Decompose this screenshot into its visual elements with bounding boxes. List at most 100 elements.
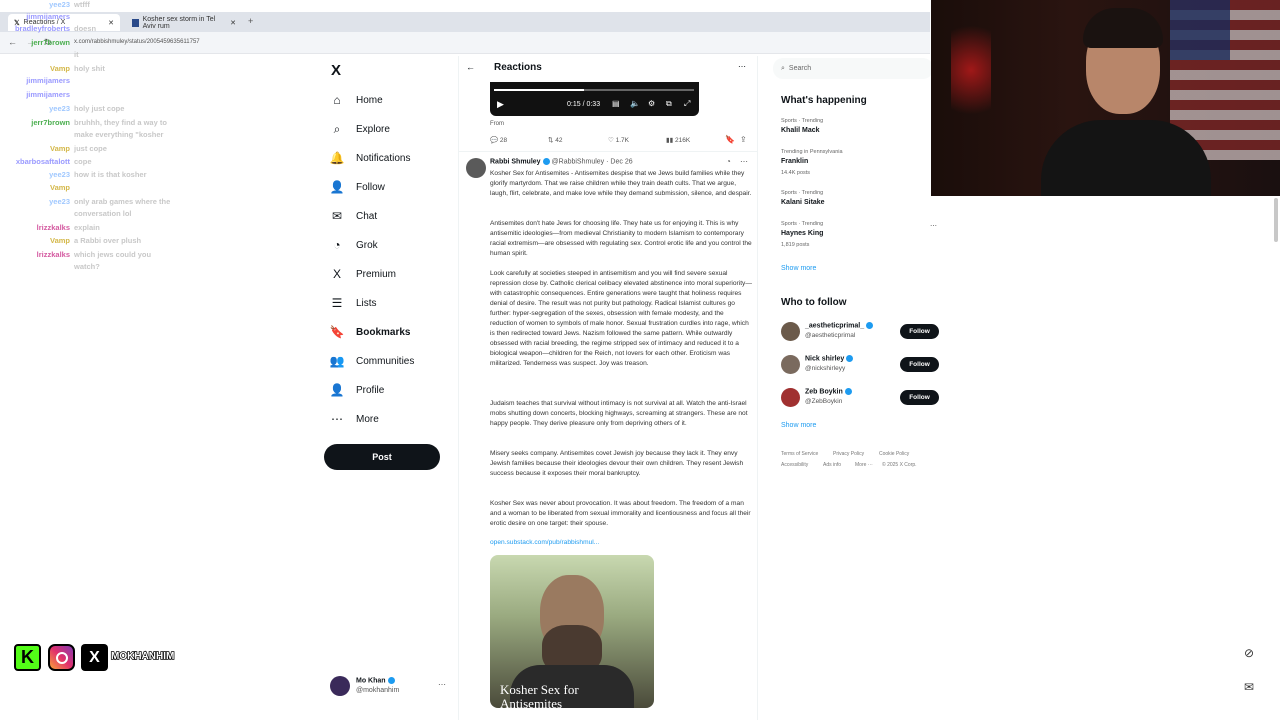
avatar[interactable] [466, 158, 486, 178]
follow-suggestion-name[interactable]: Nick shirley [805, 355, 854, 362]
chat-text: how it is that kosher [74, 170, 147, 179]
new-tab-icon[interactable]: + [248, 16, 253, 26]
x-logo-icon[interactable]: X [331, 62, 341, 79]
fullscreen-icon[interactable]: ⤢ [684, 99, 690, 109]
post-button[interactable]: Post [324, 444, 440, 470]
avatar[interactable] [781, 388, 800, 407]
grok-float-icon[interactable]: ⊘ [1240, 646, 1258, 664]
footer-link[interactable]: Cookie Policy [879, 451, 909, 457]
chat-text: holy just cope [74, 104, 125, 113]
chat-text: a Rabbi over plush [74, 236, 142, 245]
chat-message: Vamp holy shit [0, 64, 105, 73]
show-more-link[interactable]: Show more [781, 265, 816, 272]
play-icon[interactable]: ▶ [497, 99, 504, 110]
nav-follow[interactable]: 👤 Follow [330, 175, 385, 199]
scrollbar-thumb[interactable] [1274, 198, 1278, 242]
chat-message: Vamp [0, 183, 74, 192]
instagram-icon [48, 644, 75, 671]
footer-link[interactable]: Ads info [823, 462, 841, 468]
back-arrow-icon[interactable]: ← [466, 62, 475, 72]
follow-button[interactable]: Follow [900, 390, 939, 405]
nav-communities[interactable]: 👥 Communities [329, 349, 415, 373]
captions-icon[interactable]: ▤ [612, 99, 620, 108]
grok-icon: ◔ [333, 238, 341, 252]
show-more-link[interactable]: Show more [781, 422, 816, 429]
nav-grok[interactable]: ◔ Grok [330, 233, 377, 257]
share-icon[interactable]: ⇪ [740, 135, 747, 144]
follow-button[interactable]: Follow [900, 357, 939, 372]
nav-bookmarks[interactable]: 🔖 Bookmarks [330, 320, 411, 344]
page-title: Reactions [494, 62, 542, 73]
notifications-icon: 🔔 [329, 151, 345, 165]
nav-premium[interactable]: X Premium [330, 262, 396, 286]
more-icon[interactable]: ⋯ [438, 680, 446, 689]
footer-link[interactable]: © 2025 X Corp. [882, 462, 917, 468]
nav-more[interactable]: ⋯ More [330, 407, 379, 431]
avatar[interactable] [330, 676, 350, 696]
chat-message: Vamp a Rabbi over plush [0, 236, 141, 245]
chat-username: Vamp [49, 236, 70, 245]
trend-item[interactable]: Khalil Mack [781, 127, 820, 134]
chat-text: only arab games where the [74, 197, 171, 206]
suggestion-name-text: _aestheticprimal_ [805, 322, 865, 330]
tweet-paragraph: Misery seeks company. Antisemites covet … [490, 450, 744, 477]
account-name: Mo Khan [356, 677, 395, 684]
repost-button[interactable]: ⇅ 42 [548, 136, 563, 144]
link-card-image[interactable]: Kosher Sex for Antisemites [490, 555, 654, 708]
chat-text: holy shit [74, 64, 105, 73]
close-icon[interactable]: ✕ [230, 19, 236, 27]
nav-home[interactable]: ⌂ Home [330, 88, 382, 112]
trend-item[interactable]: Haynes King [781, 230, 823, 237]
more-icon[interactable]: ⋯ [740, 157, 748, 166]
footer-link[interactable]: Privacy Policy [833, 451, 864, 457]
stream-chat: yee23 wtfff jimmijamers bradleyfroberts does… [0, 0, 200, 280]
bookmark-icon[interactable]: 🔖 [725, 135, 735, 144]
trend-more-icon[interactable]: ⋯ [930, 222, 937, 230]
lists-icon: ☰ [331, 296, 343, 310]
footer-link[interactable]: More ··· [855, 462, 873, 468]
avatar[interactable] [781, 355, 800, 374]
more-icon[interactable]: ⋯ [738, 62, 746, 71]
messages-float-icon[interactable]: ✉ [1240, 680, 1258, 698]
trend-category: Sports · Trending [781, 118, 824, 124]
nav-explore[interactable]: ⌕ Explore [330, 117, 390, 141]
trend-item[interactable]: Franklin [781, 158, 808, 165]
nav-lists[interactable]: ☰ Lists [330, 291, 377, 315]
verified-icon [866, 322, 874, 329]
pip-icon[interactable]: ⧉ [666, 99, 672, 109]
tweet-date[interactable]: Dec 26 [610, 158, 632, 165]
search-input[interactable]: ⌕ Search [773, 58, 933, 79]
author-name[interactable]: Rabbi Shmuley [490, 158, 541, 165]
footer-link[interactable]: Accessibility [781, 462, 808, 468]
nav-chat[interactable]: ✉ Chat [330, 204, 377, 228]
follow-suggestion-name[interactable]: _aestheticprimal_ [805, 322, 874, 330]
chat-message: it [0, 50, 79, 59]
tweet-link[interactable]: open.substack.com/pub/rabbishmul... [490, 539, 599, 546]
chat-message: jerr7brown bruhhh, they find a way to [0, 118, 167, 127]
trend-item[interactable]: Kalani Sitake [781, 199, 825, 206]
footer-link[interactable]: Terms of Service [781, 451, 818, 457]
settings-icon[interactable]: ⚙ [648, 99, 655, 108]
person-hair [1083, 8, 1163, 48]
chat-message: yee23 holy just cope [0, 104, 124, 113]
chat-username: yee23 [49, 197, 70, 206]
chat-username: jimmijamers [26, 76, 70, 85]
reply-button[interactable]: 💬 28 [490, 136, 507, 144]
x-social-icon: X [81, 644, 108, 671]
chat-message: xbarbosaftalott cope [0, 157, 92, 166]
from-label: From [490, 121, 504, 127]
chat-username: jerr7brown [31, 118, 70, 127]
avatar[interactable] [781, 322, 800, 341]
tweet-paragraph: Kosher Sex was never about provocation. … [490, 500, 751, 527]
follow-suggestion-name[interactable]: Zeb Boykin [805, 388, 852, 395]
communities-icon: 👥 [329, 354, 345, 368]
chat-text: explain [74, 223, 100, 232]
volume-icon[interactable]: 🔈 [630, 99, 640, 108]
author-handle[interactable]: @RabbiShmuley [552, 158, 605, 165]
grok-icon[interactable]: ◔ [726, 157, 731, 166]
trend-category: Trending in Pennsylvania [781, 149, 843, 155]
nav-notifications[interactable]: 🔔 Notifications [329, 146, 411, 170]
like-button[interactable]: ♡ 1.7K [608, 136, 629, 144]
nav-profile[interactable]: 👤 Profile [330, 378, 385, 402]
follow-button[interactable]: Follow [900, 324, 939, 339]
